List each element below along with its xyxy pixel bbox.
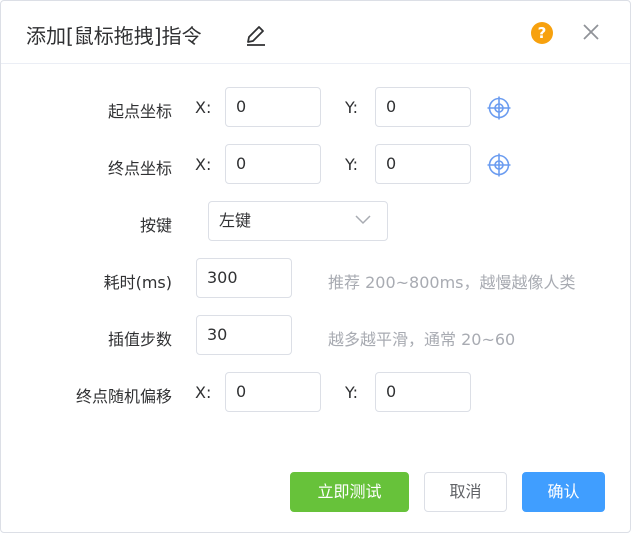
start-y-input[interactable]: 0	[375, 87, 471, 127]
confirm-button[interactable]: 确认	[522, 472, 605, 512]
duration-row: 耗时(ms) 300 推荐 200~800ms，越慢越像人类	[1, 258, 630, 300]
end-y-input[interactable]: 0	[375, 144, 471, 184]
crosshair-icon[interactable]	[487, 96, 511, 120]
mouse-button-label: 按键	[139, 216, 172, 235]
steps-row: 插值步数 30 越多越平滑，通常 20~60	[1, 315, 630, 357]
question-mark-icon[interactable]: ?	[531, 22, 553, 44]
steps-label: 插值步数	[107, 330, 172, 349]
jitter-label: 终点随机偏移	[75, 387, 172, 406]
end-y-label: Y:	[345, 155, 359, 174]
end-point-row: 终点坐标 X: 0 Y: 0	[1, 144, 630, 186]
start-point-label: 起点坐标	[107, 102, 172, 121]
mouse-button-selected: 左键	[219, 211, 252, 230]
steps-input[interactable]: 30	[196, 315, 292, 355]
close-icon[interactable]	[581, 22, 601, 42]
end-point-label: 终点坐标	[107, 159, 172, 178]
duration-hint: 推荐 200~800ms，越慢越像人类	[328, 273, 576, 292]
jitter-row: 终点随机偏移 X: 0 Y: 0	[1, 372, 630, 414]
dialog-header: 添加[鼠标拖拽]指令 ?	[1, 1, 630, 64]
mouse-button-select[interactable]: 左键	[208, 201, 388, 241]
end-x-label: X:	[195, 155, 212, 174]
crosshair-icon[interactable]	[487, 153, 511, 177]
test-now-button[interactable]: 立即测试	[290, 472, 409, 512]
mouse-button-row: 按键 左键	[1, 201, 630, 243]
steps-hint: 越多越平滑，通常 20~60	[328, 330, 516, 349]
jitter-y-label: Y:	[345, 383, 359, 402]
end-x-input[interactable]: 0	[225, 144, 321, 184]
duration-input[interactable]: 300	[196, 258, 292, 298]
jitter-x-input[interactable]: 0	[225, 372, 321, 412]
cancel-button[interactable]: 取消	[424, 472, 507, 512]
pencil-icon[interactable]	[244, 23, 268, 47]
duration-label: 耗时(ms)	[103, 273, 172, 292]
add-drag-command-dialog: 添加[鼠标拖拽]指令 ? 起点坐标 X: 0 Y: 0 终点坐标 X: 0 Y:…	[0, 0, 631, 533]
start-x-label: X:	[195, 98, 212, 117]
start-x-input[interactable]: 0	[225, 87, 321, 127]
chevron-down-icon	[355, 215, 371, 225]
jitter-y-input[interactable]: 0	[375, 372, 471, 412]
start-point-row: 起点坐标 X: 0 Y: 0	[1, 87, 630, 129]
start-y-label: Y:	[345, 98, 359, 117]
dialog-title: 添加[鼠标拖拽]指令	[26, 24, 202, 48]
jitter-x-label: X:	[195, 383, 212, 402]
